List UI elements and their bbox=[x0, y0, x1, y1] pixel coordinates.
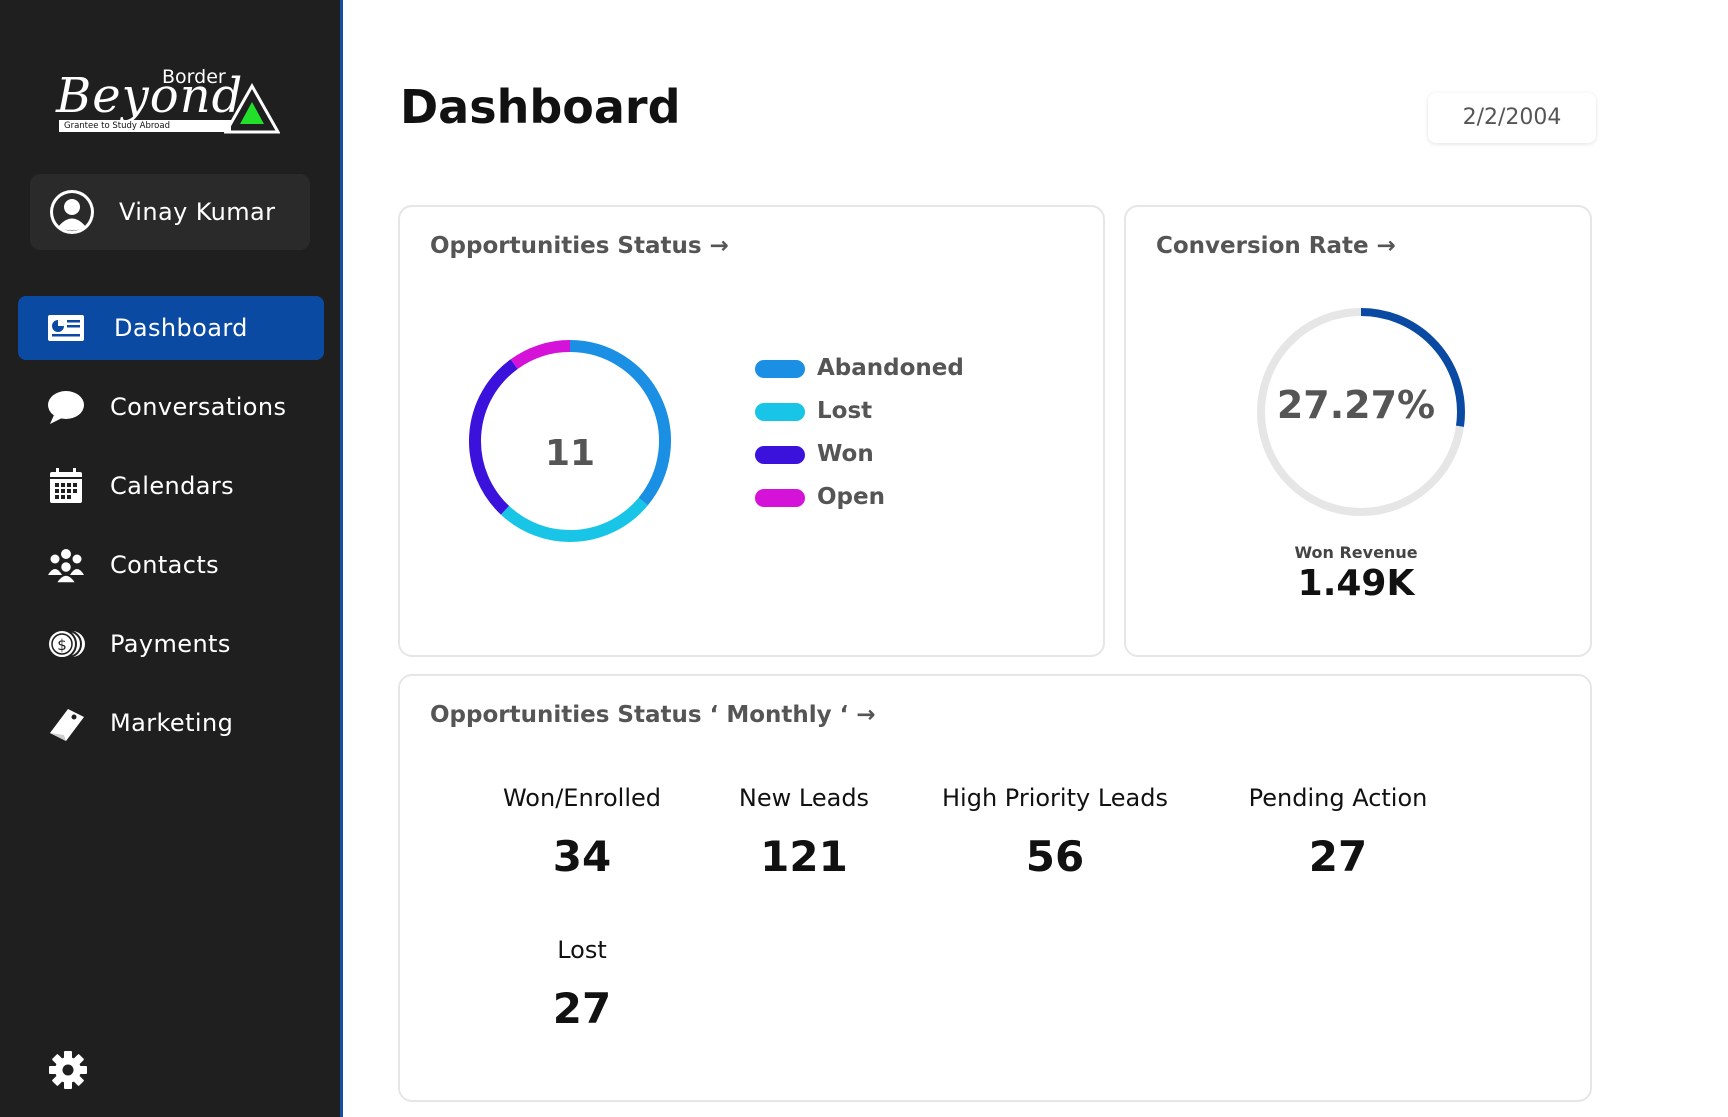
sidebar-item-dashboard[interactable]: Dashboard bbox=[18, 296, 324, 360]
legend-label: Lost bbox=[817, 398, 873, 424]
sidebar-item-label: Calendars bbox=[110, 472, 235, 500]
legend-label: Won bbox=[817, 441, 874, 467]
legend-swatch bbox=[755, 489, 805, 507]
dashboard-icon bbox=[48, 315, 84, 341]
stat-won-enrolled: Won/Enrolled 34 bbox=[462, 784, 702, 881]
sidebar-item-label: Dashboard bbox=[114, 314, 248, 342]
monthly-opportunities-card: Opportunities Status ‘ Monthly ‘ → Won/E… bbox=[398, 674, 1592, 1102]
conversion-rate-value: 27.27% bbox=[1276, 383, 1436, 427]
conversion-rate-title-link[interactable]: Conversion Rate → bbox=[1156, 233, 1396, 259]
date-display[interactable]: 2/2/2004 bbox=[1428, 93, 1596, 143]
gear-icon[interactable] bbox=[48, 1050, 88, 1090]
calendar-icon bbox=[50, 468, 82, 503]
sidebar-item-conversations[interactable]: Conversations bbox=[18, 375, 324, 439]
sidebar-divider bbox=[340, 0, 343, 1117]
stat-value: 27 bbox=[1308, 832, 1368, 881]
stat-label: Won/Enrolled bbox=[502, 784, 662, 812]
logo-triangle-icon bbox=[224, 82, 280, 134]
logo-tagline: Grantee to Study Abroad bbox=[59, 120, 231, 132]
donut-segment-open bbox=[510, 340, 571, 370]
stat-label: Lost bbox=[557, 936, 607, 964]
sidebar-item-marketing[interactable]: Marketing bbox=[18, 691, 324, 755]
won-revenue-value: 1.49K bbox=[1297, 563, 1415, 604]
sidebar-item-label: Contacts bbox=[110, 551, 220, 579]
sidebar: Border Beyond Grantee to Study Abroad Vi… bbox=[0, 0, 343, 1117]
svg-text:$: $ bbox=[57, 636, 67, 654]
marketing-tag-icon bbox=[50, 709, 84, 741]
user-avatar-icon bbox=[50, 190, 94, 234]
stat-value: 27 bbox=[552, 984, 612, 1033]
donut-segment-lost bbox=[500, 497, 648, 542]
sidebar-item-calendars[interactable]: Calendars bbox=[18, 454, 324, 518]
stat-lost: Lost 27 bbox=[462, 936, 702, 1033]
legend-label: Open bbox=[817, 484, 885, 510]
opportunities-total: 11 bbox=[544, 433, 596, 474]
monthly-opportunities-title-link[interactable]: Opportunities Status ‘ Monthly ‘ → bbox=[430, 702, 876, 728]
contacts-icon bbox=[48, 549, 84, 583]
stat-high-priority-leads: High Priority Leads 56 bbox=[935, 784, 1175, 881]
logo-beyond-text: Beyond bbox=[56, 68, 244, 124]
stat-pending-action: Pending Action 27 bbox=[1218, 784, 1458, 881]
conversion-rate-card: Conversion Rate → 27.27% Won Revenue 1.4… bbox=[1124, 205, 1592, 657]
stat-value: 56 bbox=[1025, 832, 1085, 881]
stat-value: 121 bbox=[760, 832, 848, 881]
sidebar-item-payments[interactable]: $ Payments bbox=[18, 612, 324, 676]
sidebar-item-contacts[interactable]: Contacts bbox=[18, 533, 324, 597]
sidebar-item-label: Payments bbox=[110, 630, 231, 658]
legend-label: Abandoned bbox=[817, 355, 964, 381]
won-revenue-label: Won Revenue bbox=[1294, 543, 1418, 562]
stat-value: 34 bbox=[552, 832, 612, 881]
payments-icon: $ bbox=[47, 629, 85, 659]
page-title: Dashboard bbox=[400, 80, 681, 134]
chat-bubble-icon bbox=[48, 391, 84, 424]
legend-swatch bbox=[755, 446, 805, 464]
sidebar-item-label: Conversations bbox=[110, 393, 287, 421]
legend-swatch bbox=[755, 403, 805, 421]
user-name: Vinay Kumar bbox=[119, 198, 276, 226]
stat-new-leads: New Leads 121 bbox=[684, 784, 924, 881]
donut-segment-abandoned bbox=[569, 340, 671, 506]
opportunities-status-card: Opportunities Status → 11 Abandoned Lost… bbox=[398, 205, 1105, 657]
opportunities-status-title-link[interactable]: Opportunities Status → bbox=[430, 233, 729, 259]
stat-label: High Priority Leads bbox=[942, 784, 1168, 812]
brand-logo[interactable]: Border Beyond Grantee to Study Abroad bbox=[56, 62, 286, 142]
stat-label: New Leads bbox=[738, 784, 870, 812]
legend-swatch bbox=[755, 360, 805, 378]
user-profile-card[interactable]: Vinay Kumar bbox=[30, 174, 310, 250]
stat-label: Pending Action bbox=[1248, 784, 1428, 812]
sidebar-item-label: Marketing bbox=[110, 709, 234, 737]
